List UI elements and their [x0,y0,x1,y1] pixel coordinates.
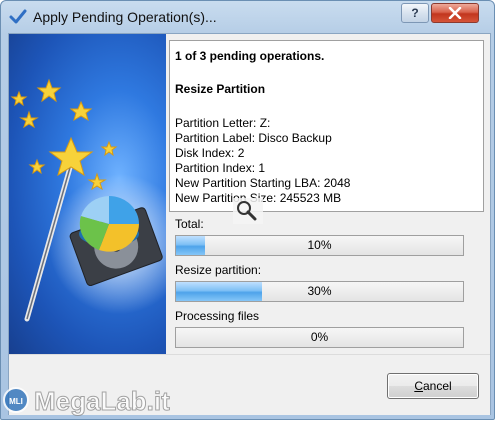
window-title: Apply Pending Operation(s)... [33,9,217,25]
detail-partition-label: Partition Label: Disco Backup [175,131,332,145]
cancel-label-suffix: ancel [422,379,452,393]
operation-name: Resize Partition [175,82,266,96]
files-progress-value: 0% [310,330,329,344]
files-progress-label: Processing files [175,309,260,323]
total-progress-value: 10% [307,238,332,252]
operation-details-panel: 1 of 3 pending operations. Resize Partit… [169,40,484,212]
resize-progress-value: 30% [307,284,332,298]
checkmark-icon [9,9,27,24]
resize-progress-bar: 30% [175,281,464,302]
watermark-text: MegaLab.it [34,386,170,416]
close-button[interactable] [431,3,479,23]
wizard-illustration [9,34,166,354]
close-icon [448,6,462,20]
dialog-window: Apply Pending Operation(s)... ? 1 of 3 p… [0,0,495,420]
detail-disk-index: Disk Index: 2 [175,146,245,160]
megalab-watermark: MLI MegaLab.it [2,378,192,418]
pending-count-text: 1 of 3 pending operations. [175,49,325,63]
total-progress-bar: 10% [175,235,464,256]
detail-partition-index: Partition Index: 1 [175,161,266,175]
title-bar[interactable]: Apply Pending Operation(s)... ? [1,1,494,33]
magnifier-cursor-icon [233,198,263,224]
resize-progress-label: Resize partition: [175,263,262,277]
help-button[interactable]: ? [401,3,429,23]
magic-wand-disk-icon [10,78,166,322]
cancel-mnemonic: C [414,379,423,393]
megalab-logo-icon: MLI MegaLab.it [3,386,171,417]
detail-starting-lba: New Partition Starting LBA: 2048 [175,176,351,190]
watermark-badge: MLI [9,397,23,406]
dialog-client-area: 1 of 3 pending operations. Resize Partit… [8,33,491,415]
detail-partition-letter: Partition Letter: Z: [175,116,271,130]
cancel-button[interactable]: Cancel [387,373,479,399]
files-progress-bar: 0% [175,327,464,348]
total-progress-label: Total: [175,217,204,231]
